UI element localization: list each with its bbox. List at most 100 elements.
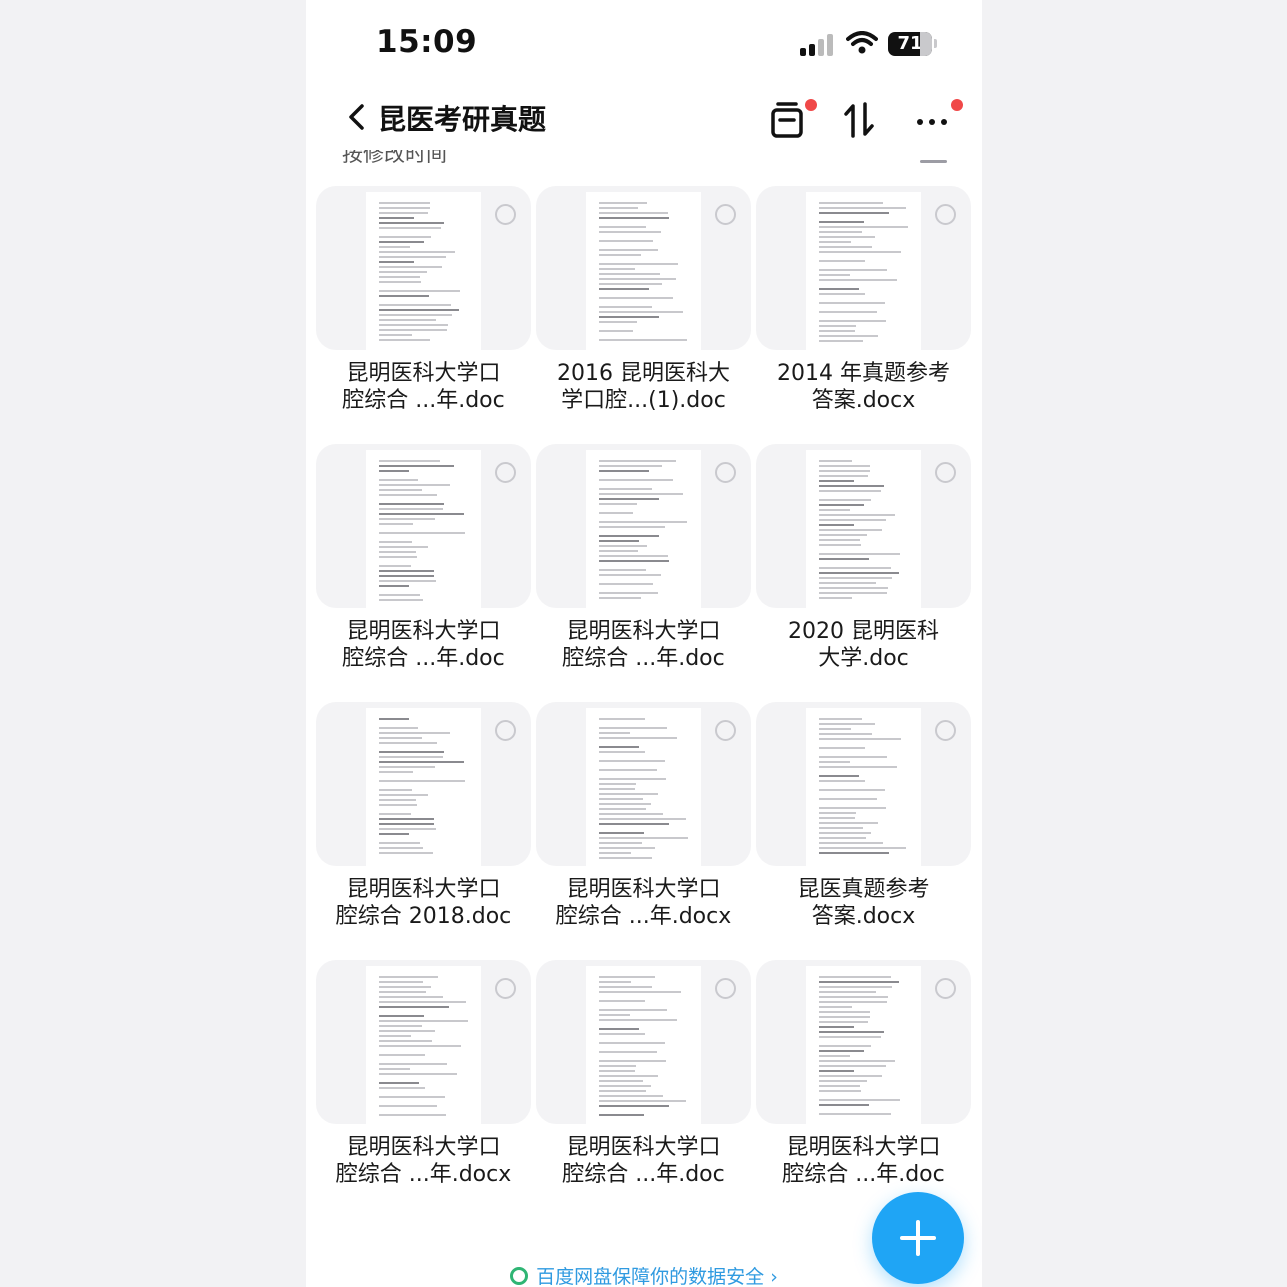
preview-line	[819, 789, 885, 791]
preview-line	[379, 484, 450, 486]
select-radio[interactable]	[715, 462, 736, 483]
file-thumbnail	[316, 960, 531, 1124]
document-page-preview	[586, 192, 701, 350]
select-radio[interactable]	[715, 978, 736, 999]
file-card[interactable]: 昆明医科大学口 腔综合 ...年.docx	[316, 960, 531, 1200]
select-radio[interactable]	[495, 720, 516, 741]
preview-line	[379, 227, 441, 229]
preview-line	[599, 460, 676, 462]
file-card[interactable]: 昆医真题参考 答案.docx	[756, 702, 971, 942]
preview-line	[599, 550, 638, 552]
file-name: 昆明医科大学口 腔综合 ...年.doc	[536, 618, 751, 672]
preview-line	[379, 1035, 411, 1037]
preview-line	[819, 976, 891, 978]
preview-line	[599, 746, 639, 748]
preview-line	[819, 539, 860, 541]
preview-line	[379, 828, 436, 830]
file-card[interactable]: 昆明医科大学口 腔综合 ...年.doc	[536, 444, 751, 684]
file-card[interactable]: 昆明医科大学口 腔综合 ...年.doc	[756, 960, 971, 1200]
preview-line	[599, 769, 657, 771]
preview-line	[819, 827, 863, 829]
preview-line	[819, 1045, 871, 1047]
select-radio[interactable]	[715, 720, 736, 741]
preview-line	[819, 1001, 887, 1003]
file-card[interactable]: 2016 昆明医科大 学口腔...(1).doc	[536, 186, 751, 426]
file-name: 昆明医科大学口 腔综合 2018.doc	[316, 876, 531, 930]
file-thumbnail	[316, 186, 531, 350]
file-name-line1: 昆明医科大学口	[346, 361, 501, 386]
preview-line	[599, 231, 661, 233]
preview-line	[599, 823, 669, 825]
preview-line	[599, 1070, 635, 1072]
preview-line	[379, 1096, 445, 1098]
file-card[interactable]: 昆明医科大学口 腔综合 ...年.docx	[536, 702, 751, 942]
preview-line	[819, 572, 899, 574]
preview-line	[599, 498, 659, 500]
preview-line	[819, 293, 865, 295]
more-dots-icon[interactable]	[912, 100, 952, 140]
preview-line	[819, 1080, 867, 1082]
preview-line	[379, 1015, 424, 1017]
file-card[interactable]: 昆明医科大学口 腔综合 ...年.doc	[316, 444, 531, 684]
preview-line	[379, 847, 423, 849]
file-card[interactable]: 昆明医科大学口 腔综合 2018.doc	[316, 702, 531, 942]
file-card[interactable]: 2014 年真题参考 答案.docx	[756, 186, 971, 426]
file-name: 昆医真题参考 答案.docx	[756, 876, 971, 930]
preview-line	[379, 494, 437, 496]
preview-line	[599, 470, 649, 472]
preview-line	[379, 503, 444, 505]
preview-line	[379, 309, 459, 311]
preview-line	[599, 535, 659, 537]
view-toggle-icon[interactable]	[920, 160, 947, 163]
preview-line	[819, 499, 871, 501]
preview-line	[379, 1045, 461, 1047]
select-radio[interactable]	[715, 204, 736, 225]
file-name-line1: 昆明医科大学口	[346, 619, 501, 644]
preview-line	[379, 290, 460, 292]
preview-line	[599, 727, 667, 729]
preview-line	[379, 1063, 447, 1065]
preview-line	[819, 514, 895, 516]
preview-line	[599, 783, 636, 785]
preview-line	[379, 594, 420, 596]
preview-line	[379, 546, 428, 548]
select-radio[interactable]	[935, 720, 956, 741]
file-name-line1: 昆明医科大学口	[346, 877, 501, 902]
preview-line	[819, 544, 861, 546]
preview-line	[379, 246, 410, 248]
preview-line	[599, 207, 638, 209]
preview-line	[379, 281, 421, 283]
select-radio[interactable]	[495, 462, 516, 483]
battery-tip	[934, 39, 937, 48]
preview-line	[819, 279, 897, 281]
preview-line	[599, 321, 637, 323]
file-card[interactable]: 昆明医科大学口 腔综合 ...年.doc	[316, 186, 531, 426]
file-card[interactable]: 昆明医科大学口 腔综合 ...年.doc	[536, 960, 751, 1200]
security-banner[interactable]: 百度网盘保障你的数据安全 ›	[306, 1262, 982, 1287]
file-card[interactable]: 2020 昆明医科 大学.doc	[756, 444, 971, 684]
back-chevron-icon[interactable]	[344, 102, 370, 132]
select-radio[interactable]	[935, 204, 956, 225]
preview-line	[599, 857, 652, 859]
select-radio[interactable]	[935, 978, 956, 999]
recycle-box-icon[interactable]	[768, 100, 808, 140]
preview-line	[599, 760, 665, 762]
preview-line	[819, 202, 883, 204]
select-radio[interactable]	[495, 204, 516, 225]
recycle-badge-dot	[805, 99, 817, 111]
preview-line	[379, 585, 409, 587]
preview-line	[379, 1082, 419, 1084]
preview-line	[819, 766, 897, 768]
file-thumbnail	[536, 444, 751, 608]
preview-line	[379, 756, 443, 758]
file-name-line2: 学口腔...(1).doc	[561, 388, 726, 413]
preview-line	[819, 335, 878, 337]
preview-line	[819, 226, 908, 228]
select-radio[interactable]	[495, 978, 516, 999]
sort-row[interactable]: 按修改时间	[342, 150, 962, 168]
select-radio[interactable]	[935, 462, 956, 483]
preview-line	[599, 1095, 663, 1097]
sort-arrows-icon[interactable]	[840, 100, 880, 140]
file-name-line1: 昆明医科大学口	[786, 1135, 941, 1160]
preview-line	[819, 221, 864, 223]
